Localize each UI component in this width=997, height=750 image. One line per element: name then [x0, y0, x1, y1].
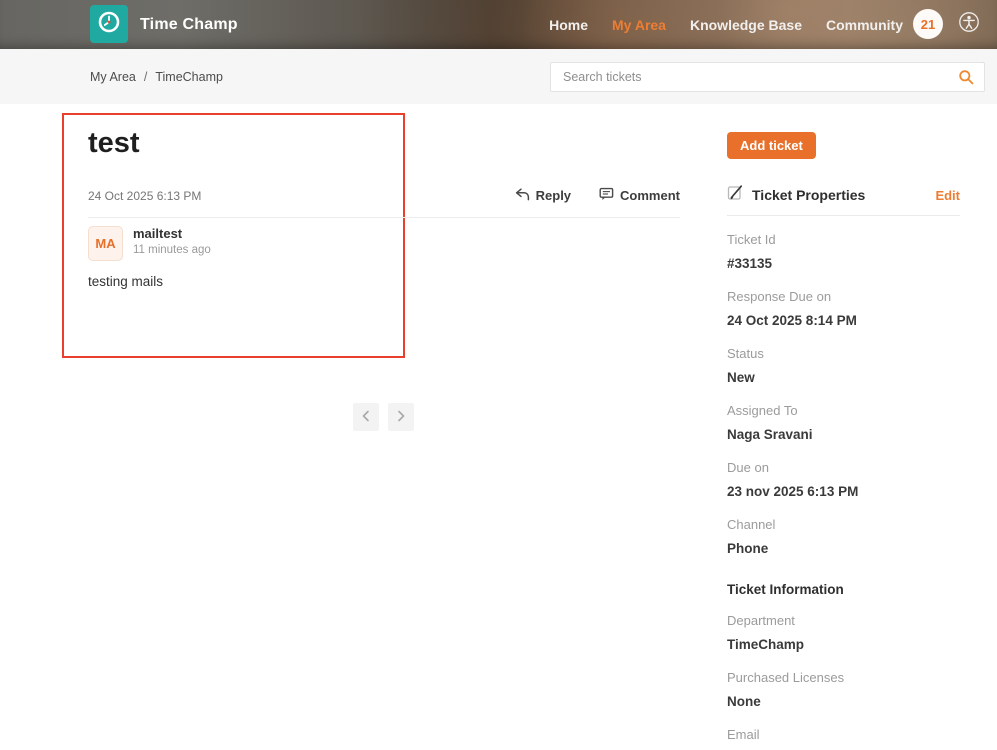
- clock-icon: [96, 9, 122, 40]
- field-purchased-licenses: Purchased Licenses None: [727, 670, 960, 711]
- ticket-properties-title: Ticket Properties: [752, 187, 866, 203]
- reply-icon: [515, 187, 530, 204]
- add-ticket-button[interactable]: Add ticket: [727, 132, 816, 159]
- breadcrumb-timechamp[interactable]: TimeChamp: [155, 70, 223, 84]
- breadcrumb-separator: /: [143, 69, 148, 84]
- field-label: Assigned To: [727, 403, 798, 418]
- notification-badge[interactable]: 21: [913, 9, 943, 39]
- reply-label: Reply: [535, 188, 572, 203]
- field-value: Phone: [727, 541, 769, 556]
- brand-logo[interactable]: [90, 5, 128, 43]
- field-label: Purchased Licenses: [727, 670, 845, 685]
- thread-divider: [88, 217, 680, 218]
- edit-note-icon: [727, 184, 744, 206]
- nav-item-home[interactable]: Home: [549, 17, 588, 33]
- field-value: #33135: [727, 256, 773, 271]
- field-department: Department TimeChamp: [727, 613, 960, 654]
- field-label: Email: [727, 727, 760, 742]
- ticket-sidebar: Add ticket Ticket Properties Edit Ticket…: [727, 104, 960, 750]
- field-label: Due on: [727, 460, 769, 475]
- accessibility-icon: [958, 11, 980, 38]
- next-page-button[interactable]: [388, 403, 414, 431]
- field-label: Department: [727, 613, 795, 628]
- nav-item-my-area[interactable]: My Area: [612, 17, 666, 33]
- field-value: TimeChamp: [727, 637, 805, 652]
- reply-button[interactable]: Reply: [515, 187, 571, 204]
- comment-label: Comment: [620, 188, 680, 203]
- breadcrumb-bar: My Area / TimeChamp: [0, 49, 997, 104]
- ticket-properties-header: Ticket Properties Edit: [727, 184, 960, 206]
- field-value: None: [727, 694, 761, 709]
- ticket-title: test: [88, 127, 140, 159]
- thread-author: mailtest: [133, 226, 183, 241]
- main-nav: Home My Area Knowledge Base Community: [549, 0, 903, 49]
- prev-page-button[interactable]: [353, 403, 379, 431]
- brand-title: Time Champ: [140, 15, 238, 33]
- search-input[interactable]: [551, 70, 958, 84]
- thread-timestamp: 11 minutes ago: [133, 244, 211, 256]
- field-value: 23 nov 2025 6:13 PM: [727, 484, 859, 499]
- ticket-information-title: Ticket Information: [727, 582, 844, 597]
- chevron-right-icon: [396, 410, 406, 425]
- field-ticket-id: Ticket Id #33135: [727, 232, 960, 273]
- chevron-left-icon: [361, 410, 371, 425]
- field-email: Email: [727, 727, 960, 743]
- properties-divider: [727, 215, 960, 216]
- field-label: Status: [727, 346, 764, 361]
- field-value: 24 Oct 2025 8:14 PM: [727, 313, 857, 328]
- breadcrumb: My Area / TimeChamp: [90, 49, 223, 104]
- thread-body: testing mails: [88, 274, 164, 289]
- nav-item-knowledge-base[interactable]: Knowledge Base: [690, 17, 802, 33]
- field-due-on: Due on 23 nov 2025 6:13 PM: [727, 460, 960, 501]
- field-value: Naga Sravani: [727, 427, 813, 442]
- field-assigned-to: Assigned To Naga Sravani: [727, 403, 960, 444]
- search-icon[interactable]: [958, 69, 974, 85]
- accessibility-button[interactable]: [957, 11, 981, 38]
- comment-button[interactable]: Comment: [599, 187, 680, 204]
- field-label: Channel: [727, 517, 776, 532]
- nav-item-community[interactable]: Community: [826, 17, 903, 33]
- field-label: Ticket Id: [727, 232, 776, 247]
- edit-properties-link[interactable]: Edit: [935, 188, 960, 203]
- breadcrumb-my-area[interactable]: My Area: [90, 70, 136, 84]
- pagination: [353, 403, 414, 431]
- field-response-due: Response Due on 24 Oct 2025 8:14 PM: [727, 289, 960, 330]
- search-box: [550, 62, 985, 92]
- field-value: New: [727, 370, 755, 385]
- field-label: Response Due on: [727, 289, 832, 304]
- field-status: Status New: [727, 346, 960, 387]
- field-channel: Channel Phone: [727, 517, 960, 558]
- comment-icon: [599, 187, 614, 204]
- top-nav: Time Champ Home My Area Knowledge Base C…: [0, 0, 997, 49]
- thread-actions: Reply Comment: [88, 187, 680, 204]
- avatar: MA: [88, 226, 123, 261]
